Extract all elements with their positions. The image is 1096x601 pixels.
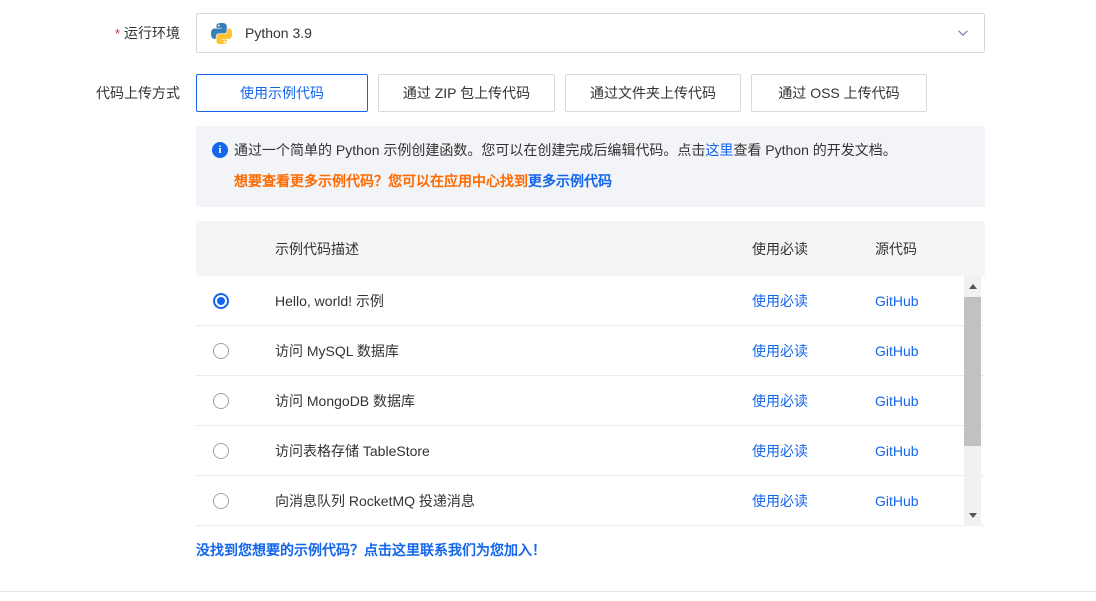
runtime-label: * 运行环境 [0, 13, 180, 53]
more-samples-hint: 想要查看更多示例代码？您可以在应用中心找到更多示例代码 [234, 170, 969, 192]
runtime-row: * 运行环境 Python 3.9 [0, 13, 1096, 53]
sample-code-table: 示例代码描述 使用必读 源代码 Hello, world! 示例 使用必读 Gi… [196, 221, 985, 526]
scrollbar-thumb[interactable] [964, 297, 981, 446]
runtime-label-text: 运行环境 [124, 25, 180, 41]
table-row: 访问表格存储 TableStore 使用必读 GitHub [196, 426, 985, 476]
more-samples-text: 想要查看更多示例代码？您可以在应用中心找到 [234, 173, 528, 189]
github-link[interactable]: GitHub [875, 293, 919, 309]
scroll-down-icon[interactable] [964, 507, 981, 524]
github-link[interactable]: GitHub [875, 393, 919, 409]
contact-us-link[interactable]: 没找到您想要的示例代码？点击这里联系我们为您加入！ [196, 540, 546, 560]
radio-rocketmq[interactable] [213, 493, 229, 509]
read-first-link[interactable]: 使用必读 [752, 493, 808, 509]
radio-mongodb[interactable] [213, 393, 229, 409]
github-link[interactable]: GitHub [875, 443, 919, 459]
tab-folder-upload[interactable]: 通过文件夹上传代码 [565, 74, 741, 112]
docs-here-link[interactable]: 这里 [705, 142, 733, 158]
tab-zip-upload[interactable]: 通过 ZIP 包上传代码 [378, 74, 555, 112]
create-function-form: * 运行环境 Python 3.9 代码上传方式 使用示例代码 通过 ZIP 包上… [0, 0, 1096, 560]
radio-tablestore[interactable] [213, 443, 229, 459]
sample-desc: Hello, world! 示例 [275, 291, 752, 311]
sample-desc: 向消息队列 RocketMQ 投递消息 [275, 491, 752, 511]
header-source: 源代码 [875, 239, 985, 259]
table-row: 向消息队列 RocketMQ 投递消息 使用必读 GitHub [196, 476, 985, 526]
read-first-link[interactable]: 使用必读 [752, 393, 808, 409]
read-first-link[interactable]: 使用必读 [752, 343, 808, 359]
table-header: 示例代码描述 使用必读 源代码 [196, 221, 985, 276]
header-desc: 示例代码描述 [196, 239, 752, 259]
sample-desc: 访问表格存储 TableStore [275, 441, 752, 461]
header-read: 使用必读 [752, 239, 875, 259]
upload-method-tabs: 使用示例代码 通过 ZIP 包上传代码 通过文件夹上传代码 通过 OSS 上传代… [196, 74, 985, 112]
read-first-link[interactable]: 使用必读 [752, 443, 808, 459]
upload-method-label: 代码上传方式 [0, 74, 180, 560]
table-row: 访问 MongoDB 数据库 使用必读 GitHub [196, 376, 985, 426]
sample-desc: 访问 MongoDB 数据库 [275, 391, 752, 411]
tab-sample-code[interactable]: 使用示例代码 [196, 74, 368, 112]
github-link[interactable]: GitHub [875, 493, 919, 509]
scroll-up-icon[interactable] [964, 278, 981, 295]
info-icon: i [212, 142, 228, 158]
bottom-divider [0, 591, 1096, 592]
github-link[interactable]: GitHub [875, 343, 919, 359]
table-row: 访问 MySQL 数据库 使用必读 GitHub [196, 326, 985, 376]
radio-mysql[interactable] [213, 343, 229, 359]
more-samples-link[interactable]: 更多示例代码 [528, 173, 612, 189]
info-text: 通过一个简单的 Python 示例创建函数。您可以在创建完成后编辑代码。点击这里… [234, 139, 897, 161]
required-asterisk: * [115, 26, 120, 41]
radio-hello-world[interactable] [213, 293, 229, 309]
table-row: Hello, world! 示例 使用必读 GitHub [196, 276, 985, 326]
tab-oss-upload[interactable]: 通过 OSS 上传代码 [751, 74, 927, 112]
python-icon [211, 23, 232, 44]
sample-desc: 访问 MySQL 数据库 [275, 341, 752, 361]
info-text-pre: 通过一个简单的 Python 示例创建函数。您可以在创建完成后编辑代码。点击 [234, 142, 705, 158]
read-first-link[interactable]: 使用必读 [752, 293, 808, 309]
info-banner: i 通过一个简单的 Python 示例创建函数。您可以在创建完成后编辑代码。点击… [196, 126, 985, 207]
table-body: Hello, world! 示例 使用必读 GitHub 访问 MySQL 数据… [196, 276, 985, 526]
code-upload-row: 代码上传方式 使用示例代码 通过 ZIP 包上传代码 通过文件夹上传代码 通过 … [0, 74, 1096, 560]
info-text-post: 查看 Python 的开发文档。 [733, 142, 896, 158]
runtime-select[interactable]: Python 3.9 [196, 13, 985, 53]
runtime-value: Python 3.9 [245, 25, 312, 41]
chevron-down-icon [956, 26, 970, 40]
table-scrollbar[interactable] [964, 276, 981, 526]
